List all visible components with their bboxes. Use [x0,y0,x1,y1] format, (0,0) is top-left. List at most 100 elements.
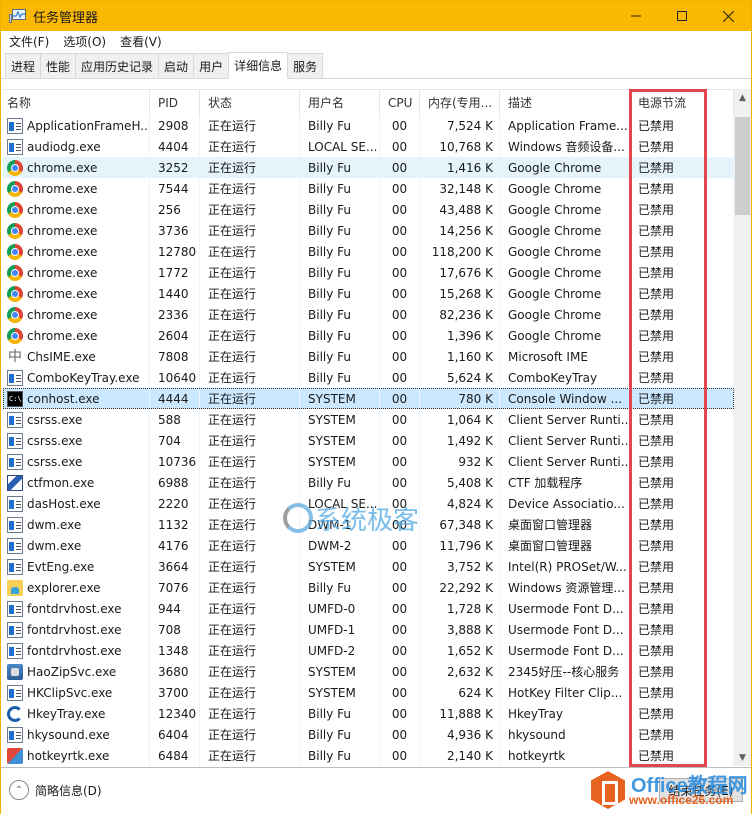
process-username: Billy Fu [300,367,380,388]
table-row[interactable]: csrss.exe 704 正在运行 SYSTEM 00 1,492 K Client Se… [3,430,734,451]
scrollbar-thumb[interactable] [735,117,750,215]
table-row[interactable]: audiodg.exe 4404 正在运行 LOCAL SE... 00 10,768 K… [3,136,734,157]
column-header-name[interactable]: 名称 ^ [3,90,150,115]
process-status: 正在运行 [200,703,300,724]
process-power-throttling: 已禁用 [630,199,734,220]
table-row[interactable]: chrome.exe 7544 正在运行 Billy Fu 00 32,148 K Goog… [3,178,734,199]
column-header-status[interactable]: 状态 [200,90,300,115]
table-row[interactable]: HaoZipSvc.exe 3680 正在运行 SYSTEM 00 2,632 K 2345… [3,661,734,682]
console-icon: C:\. [7,390,26,407]
title-bar[interactable]: 任务管理器 [1,1,751,31]
table-row[interactable]: fontdrvhost.exe 1348 正在运行 UMFD-2 00 1,652 K Us… [3,640,734,661]
process-memory: 1,160 K [420,346,500,367]
tab-performance[interactable]: 性能 [40,53,77,78]
process-name: csrss.exe [3,451,150,472]
table-row[interactable]: dwm.exe 1132 正在运行 DWM-1 00 67,348 K 桌面窗口管理器 已禁用 [3,514,734,535]
table-row[interactable]: chrome.exe 1440 正在运行 Billy Fu 00 15,268 K Goog… [3,283,734,304]
process-name: ComboKeyTray.exe [3,367,150,388]
column-header-description[interactable]: 描述 [500,90,630,115]
process-power-throttling: 已禁用 [630,304,734,325]
table-row[interactable]: HKClipSvc.exe 3700 正在运行 SYSTEM 00 624 K HotKey… [3,682,734,703]
table-row[interactable]: ComboKeyTray.exe 10640 正在运行 Billy Fu 00 5,624… [3,367,734,388]
fewer-details-button[interactable]: ⌃ 简略信息(D) [9,780,102,800]
process-power-throttling: 已禁用 [630,619,734,640]
table-row[interactable]: csrss.exe 10736 正在运行 SYSTEM 00 932 K Client Se… [3,451,734,472]
process-username: Billy Fu [300,241,380,262]
end-task-button[interactable]: 结束任务(E) [659,778,743,802]
process-pid: 3252 [150,157,200,178]
process-description: 桌面窗口管理器 [500,535,630,556]
process-username: Billy Fu [300,262,380,283]
process-pid: 2336 [150,304,200,325]
column-header-username[interactable]: 用户名 [300,90,380,115]
tab-services[interactable]: 服务 [287,53,324,78]
table-row[interactable]: explorer.exe 7076 正在运行 Billy Fu 00 22,292 K Wi… [3,577,734,598]
menu-view[interactable]: 查看(V) [112,33,168,50]
scroll-down-button[interactable]: ▼ [734,749,751,766]
table-row[interactable]: dwm.exe 4176 正在运行 DWM-2 00 11,796 K 桌面窗口管理器 已禁用 [3,535,734,556]
table-row[interactable]: fontdrvhost.exe 944 正在运行 UMFD-0 00 1,728 K Use… [3,598,734,619]
process-cpu: 00 [380,388,420,409]
table-row[interactable]: chrome.exe 256 正在运行 Billy Fu 00 43,488 K Googl… [3,199,734,220]
vertical-scrollbar[interactable]: ▲ ▼ [734,89,751,766]
process-cpu: 00 [380,220,420,241]
table-row[interactable]: chrome.exe 2604 正在运行 Billy Fu 00 1,396 K Googl… [3,325,734,346]
table-row[interactable]: 中 ChsIME.exe 7808 正在运行 Billy Fu 00 1,160 K Micr… [3,346,734,367]
table-row[interactable]: chrome.exe 12780 正在运行 Billy Fu 00 118,200 K Go… [3,241,734,262]
scroll-up-button[interactable]: ▲ [734,89,751,106]
menu-file[interactable]: 文件(F) [1,33,55,50]
process-pid: 12780 [150,241,200,262]
table-row[interactable]: chrome.exe 3736 正在运行 Billy Fu 00 14,256 K Goog… [3,220,734,241]
process-name: csrss.exe [3,409,150,430]
table-row[interactable]: ctfmon.exe 6988 正在运行 Billy Fu 00 5,408 K CTF 加… [3,472,734,493]
table-row[interactable]: csrss.exe 588 正在运行 SYSTEM 00 1,064 K Client Se… [3,409,734,430]
process-name: chrome.exe [3,220,150,241]
chrome-icon [7,201,23,218]
close-button[interactable] [705,1,751,31]
table-header: 名称 ^ PID 状态 用户名 CPU 内存(专用... 描述 电源节流 [3,90,734,115]
tab-bar: 进程 性能 应用历史记录 启动 用户 详细信息 服务 [1,52,751,79]
process-name: chrome.exe [3,241,150,262]
task-manager-icon [9,9,27,23]
process-status: 正在运行 [200,493,300,514]
table-row[interactable]: EvtEng.exe 3664 正在运行 SYSTEM 00 3,752 K Intel(R… [3,556,734,577]
app-window-icon [7,537,23,554]
tab-details[interactable]: 详细信息 [228,52,289,79]
maximize-button[interactable] [659,1,705,31]
table-row[interactable]: HkeyTray.exe 12340 正在运行 Billy Fu 00 11,888 KH… [3,703,734,724]
tab-app-history[interactable]: 应用历史记录 [75,53,160,78]
process-username: Billy Fu [300,325,380,346]
table-row[interactable]: ApplicationFrameH... 2908 正在运行 Billy Fu 00 7,… [3,115,734,136]
table-row[interactable]: chrome.exe 1772 正在运行 Billy Fu 00 17,676 K Goog… [3,262,734,283]
table-row[interactable]: C:\. conhost.exe 4444 正在运行 SYSTEM 00 780 K Cons… [3,388,734,409]
table-row[interactable]: dasHost.exe 2220 正在运行 LOCAL SE... 00 4,824 KD… [3,493,734,514]
table-row[interactable]: hkysound.exe 6404 正在运行 Billy Fu 00 4,936 Khky… [3,724,734,745]
ime-icon: 中 [8,348,22,365]
table-row[interactable]: chrome.exe 2336 正在运行 Billy Fu 00 82,236 K Goog… [3,304,734,325]
app-window-icon [7,600,23,617]
process-cpu: 00 [380,745,420,766]
footer-bar: ⌃ 简略信息(D) 结束任务(E) [1,767,751,814]
column-header-cpu[interactable]: CPU [380,90,420,115]
process-username: SYSTEM [300,661,380,682]
process-name: fontdrvhost.exe [3,640,150,661]
process-cpu: 00 [380,241,420,262]
table-row[interactable]: fontdrvhost.exe 708 正在运行 UMFD-1 00 3,888 K Use… [3,619,734,640]
column-header-pid[interactable]: PID [150,90,200,115]
table-row[interactable]: hotkeyrtk.exe 6484 正在运行 Billy Fu 00 2,140 Kho… [3,745,734,766]
process-pid: 1132 [150,514,200,535]
tab-startup[interactable]: 启动 [158,53,195,78]
process-power-throttling: 已禁用 [630,262,734,283]
tab-processes[interactable]: 进程 [5,53,42,78]
process-pid: 4404 [150,136,200,157]
column-header-memory[interactable]: 内存(专用... [420,90,500,115]
minimize-button[interactable] [613,1,659,31]
process-status: 正在运行 [200,409,300,430]
menu-options[interactable]: 选项(O) [55,33,112,50]
process-memory: 4,936 K [420,724,500,745]
table-row[interactable]: chrome.exe 3252 正在运行 Billy Fu 00 1,416 K Googl… [3,157,734,178]
process-name: chrome.exe [3,283,150,304]
tab-users[interactable]: 用户 [193,53,230,78]
process-cpu: 00 [380,472,420,493]
column-header-power-throttling[interactable]: 电源节流 [630,90,734,115]
